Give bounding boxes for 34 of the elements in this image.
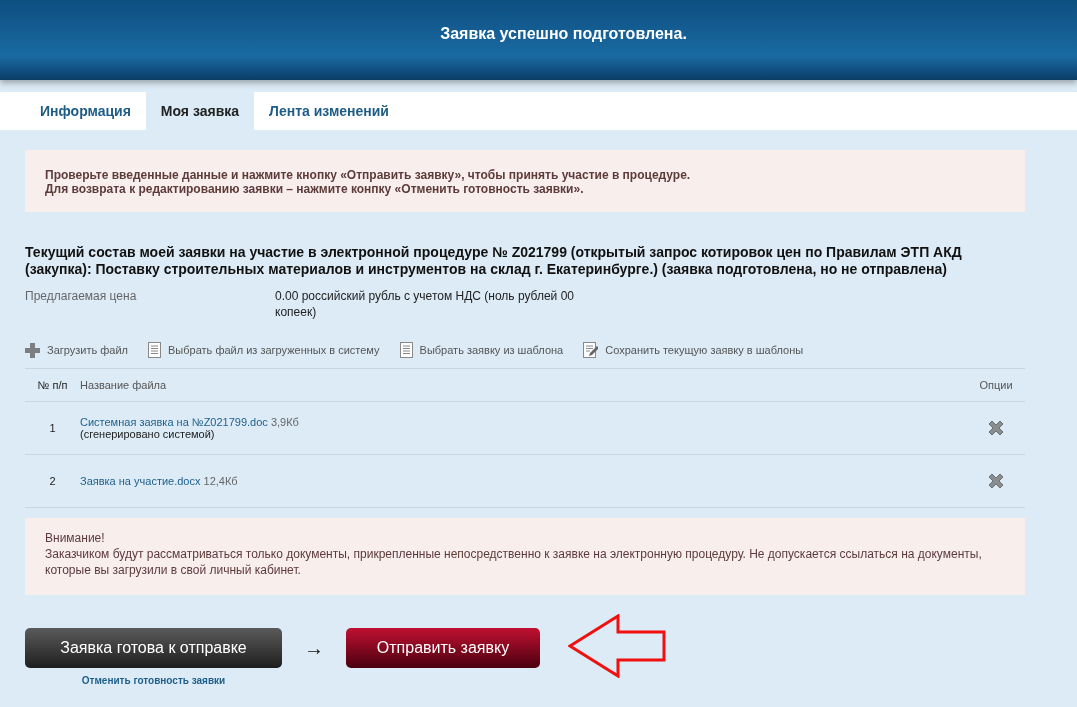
left-arrow-icon: [568, 614, 668, 678]
price-label: Предлагаемая цена: [25, 288, 138, 305]
toolbar-link[interactable]: Выбрать заявку из шаблона: [399, 342, 564, 358]
ready-button[interactable]: Заявка готова к отправке: [25, 628, 282, 668]
warning-text: Заказчиком будут рассматриваться только документы, прикрепленные непосредственно к заявке на электронную процедуру. Не допускается ссылаться на документы, которые вы загрузили в свой личный кабинет.: [45, 546, 983, 578]
column-header: № п/п: [36, 379, 69, 391]
document-icon: [148, 342, 161, 358]
toolbar-link[interactable]: Сохранить текущую заявку в шаблоны: [583, 342, 804, 358]
price-value: 0.00 российский рубль с учетом НДС (ноль рублей 00 копеек): [275, 288, 575, 320]
document-icon: [399, 342, 413, 358]
file-size: 3,9Кб: [270, 416, 299, 428]
toolbar-link[interactable]: Загрузить файл: [25, 342, 128, 358]
cancel-link[interactable]: Отменить готовность заявки: [81, 675, 226, 686]
plus-icon: [25, 342, 40, 358]
file-link[interactable]: Системная заявка на №Z021799.doc: [80, 416, 268, 428]
column-header: Название файла: [80, 379, 168, 391]
tab[interactable]: Моя заявка: [145, 92, 255, 130]
row-number: 2: [48, 475, 57, 487]
arrow-symbol: →: [304, 637, 324, 660]
warning-title: Внимание!: [45, 530, 106, 546]
column-header: Опции: [978, 379, 1014, 391]
application-heading: Текущий состав моей заявки на участие в электронной процедуре № Z021799 (открытый запрос котировок цен по Правилам ЭТП АКД (закупка): Поставку строительных материалов и инструментов на склад г. Екатеринбурге.) (заявка подготовлена, но не отправлена): [25, 244, 963, 278]
delete-icon[interactable]: [986, 418, 1006, 438]
row-number: 1: [48, 422, 57, 434]
page-title: Заявка успешно подготовлена.: [440, 25, 687, 43]
notice-text: Проверьте введенные данные и нажмите кнопку «Отправить заявку», чтобы принять участие в процедуре.: [45, 168, 692, 182]
file-size: 12,4Кб: [203, 475, 238, 487]
notice-text: Для возврата к редактированию заявки – нажмите конпку «Отменить готовность заявки».: [45, 182, 585, 196]
toolbar-link[interactable]: Выбрать файл из загруженных в систему: [148, 342, 380, 358]
send-button[interactable]: Отправить заявку: [346, 628, 540, 668]
file-note: (сгенерировано системой): [80, 428, 215, 440]
file-link[interactable]: Заявка на участие.docx: [80, 475, 201, 487]
delete-icon[interactable]: [986, 471, 1006, 491]
edit-document-icon: [583, 342, 599, 358]
